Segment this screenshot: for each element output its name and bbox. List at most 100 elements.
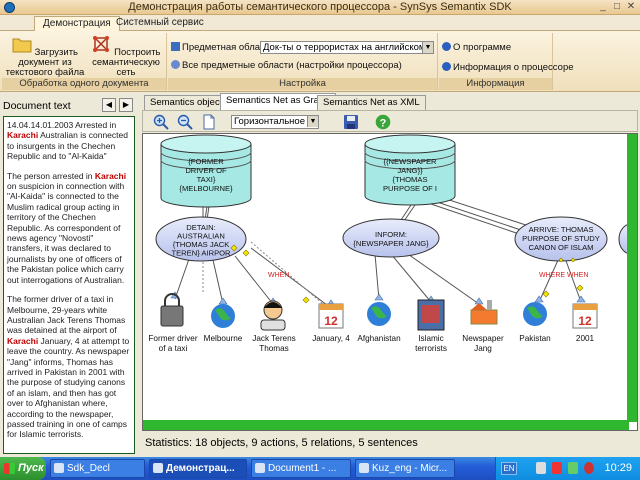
- globe-icon[interactable]: [367, 302, 391, 326]
- tab-demo[interactable]: Демонстрация: [34, 16, 120, 31]
- task-label: Document1 - ...: [268, 463, 337, 474]
- all-domains-label: Все предметные области (настройки процес…: [182, 60, 402, 71]
- graph-toolbar: Горизонтальное р... ▼ ?: [142, 110, 638, 132]
- graph-node-text: CANON OF ISLAM: [529, 243, 594, 252]
- vertical-scrollbar[interactable]: [627, 134, 637, 422]
- all-domains-button[interactable]: Все предметные области (настройки процес…: [171, 60, 402, 72]
- zoom-in-icon[interactable]: [153, 114, 169, 130]
- tab-system-service[interactable]: Системный сервис: [108, 16, 212, 31]
- calendar-icon[interactable]: 12: [318, 303, 344, 329]
- title-bar: Демонстрация работы семантического проце…: [0, 0, 640, 15]
- entity-label: Melbourne: [204, 334, 243, 343]
- app-icon: [153, 463, 163, 473]
- semantic-graph-view[interactable]: {FORMER DRIVER OF TAXI} {MELBOURNE} {{NEWSP…: [142, 133, 638, 431]
- save-icon[interactable]: [343, 114, 359, 130]
- result-pane: Semantics objects Semantics Net as Graph…: [140, 93, 640, 457]
- document-text-pane: Document text ◀ ▶ 14.04.14.01.2003 Arres…: [0, 93, 138, 457]
- graph-node-text: ARRIVE: THOMAS: [529, 225, 594, 234]
- document-text-run: on suspicion in connection with "Al-Kaid…: [7, 181, 125, 285]
- document-paragraph: The former driver of a taxi in Melbourne…: [7, 294, 131, 440]
- document-paragraph: The person arrested in Karachi on suspic…: [7, 171, 131, 285]
- semantic-graph: {FORMERDRIVER OFTAXI}{MELBOURNE} {{NEWSP…: [148, 134, 637, 353]
- calendar-icon[interactable]: 12: [572, 303, 598, 329]
- action-node-label: ARRIVE: THOMASPURPOSE OF STUDYCANON OF I…: [522, 225, 600, 252]
- taskbar-item-demo[interactable]: Демонстрац...: [149, 459, 247, 478]
- graph-node-text: {{NEWSPAPER: [383, 157, 437, 166]
- entity-label: 2001: [576, 334, 595, 343]
- relation-label-where-when: WHERE WHEN: [539, 272, 588, 279]
- close-button[interactable]: ✕: [624, 1, 638, 13]
- help-icon[interactable]: ?: [375, 114, 391, 130]
- start-button[interactable]: Пуск: [0, 457, 46, 480]
- start-label: Пуск: [18, 462, 44, 474]
- domain-select[interactable]: Док-ты о террористах на английском ▼: [260, 41, 434, 54]
- person-icon[interactable]: [260, 300, 286, 331]
- globe-icon[interactable]: [211, 304, 235, 328]
- graph-node-text: {FORMER: [188, 157, 224, 166]
- clock: 10:29: [604, 462, 632, 474]
- processor-info-button[interactable]: Информация о процессоре: [442, 62, 574, 74]
- next-button[interactable]: ▶: [119, 98, 133, 112]
- prev-button[interactable]: ◀: [102, 98, 116, 112]
- graph-node-text: TAXI}: [197, 175, 216, 184]
- document-text-run: 14.04.14.01.2003 Arrested in: [7, 120, 117, 130]
- group-settings-label: Настройка: [168, 78, 437, 90]
- volume-icon[interactable]: [536, 462, 546, 474]
- entity-label: Former driver: [148, 334, 197, 343]
- statistics-bar: Statistics: 18 objects, 9 actions, 5 rel…: [145, 437, 418, 449]
- taskbar-item-sdk-decl[interactable]: Sdk_Decl: [50, 459, 145, 478]
- graph-node-text: TEREN} AIRPOR: [171, 249, 231, 258]
- taskbar-item-document1[interactable]: Document1 - ...: [251, 459, 351, 478]
- load-document-button[interactable]: Загрузить документ из текстового файла: [4, 35, 86, 78]
- graph-node-text: {NEWSPAPER JANG}: [353, 239, 429, 248]
- book-icon[interactable]: [417, 299, 445, 331]
- svg-text:?: ?: [380, 117, 387, 129]
- layout-select[interactable]: Горизонтальное р... ▼: [231, 115, 319, 129]
- globe-icon[interactable]: [523, 302, 547, 326]
- build-net-button[interactable]: Построить семантическую сеть: [86, 35, 166, 78]
- chevron-down-icon[interactable]: ▼: [307, 116, 318, 127]
- page-icon[interactable]: [201, 114, 217, 130]
- tab-semantics-xml[interactable]: Semantics Net as XML: [317, 95, 426, 110]
- about-label: О программе: [453, 42, 512, 53]
- chevron-down-icon[interactable]: ▼: [422, 42, 433, 53]
- factory-icon[interactable]: [470, 300, 498, 325]
- language-indicator[interactable]: EN: [501, 462, 517, 475]
- network-icon[interactable]: [568, 462, 578, 474]
- domain-select-value: Док-ты о террористах на английском: [263, 42, 426, 53]
- minimize-button[interactable]: _: [596, 1, 610, 13]
- word-icon: [359, 463, 369, 473]
- keyword-highlight: Karachi: [94, 170, 127, 181]
- taskbar: Пуск Sdk_Decl Демонстрац... Document1 - …: [0, 457, 640, 480]
- graph-node-text: PURPOSE OF I: [383, 184, 437, 193]
- horizontal-scrollbar[interactable]: [143, 420, 629, 430]
- graph-node-text: PURPOSE OF STUDY: [522, 234, 600, 243]
- entity-label: terrorists: [415, 344, 447, 353]
- task-label: Sdk_Decl: [67, 463, 110, 474]
- calendar-number: 12: [324, 314, 338, 328]
- graph-node-text: INFORM:: [375, 230, 407, 239]
- antivirus-icon[interactable]: [584, 462, 594, 474]
- document-text-area[interactable]: 14.04.14.01.2003 Arrested in Karachi Aus…: [3, 116, 135, 454]
- lock-icon[interactable]: [160, 293, 184, 327]
- entity-label: of a taxi: [159, 344, 188, 353]
- system-tray: EN 10:29: [495, 457, 640, 480]
- entity-label: January, 4: [312, 334, 350, 343]
- document-text-header: Document text: [3, 100, 71, 112]
- help-icon: [442, 42, 451, 51]
- entity-label: Afghanistan: [357, 334, 401, 343]
- word-icon: [255, 463, 265, 473]
- network-icon: [93, 36, 110, 52]
- taskbar-item-kuz-eng[interactable]: Kuz_eng - Micr...: [355, 459, 455, 478]
- relation-label-when: WHEN: [268, 272, 289, 279]
- document-paragraph: 14.04.14.01.2003 Arrested in Karachi Aus…: [7, 120, 131, 162]
- security-icon[interactable]: [552, 462, 562, 474]
- entity-label: Newspaper: [462, 334, 504, 343]
- zoom-out-icon[interactable]: [177, 114, 193, 130]
- folder-icon: [12, 38, 32, 53]
- document-text-run: The former driver of a taxi in Melbourne…: [7, 294, 126, 336]
- maximize-button[interactable]: □: [610, 1, 624, 13]
- entity-label: Jack Terens: [252, 334, 296, 343]
- settings-icon: [171, 60, 180, 69]
- about-button[interactable]: О программе: [442, 42, 511, 54]
